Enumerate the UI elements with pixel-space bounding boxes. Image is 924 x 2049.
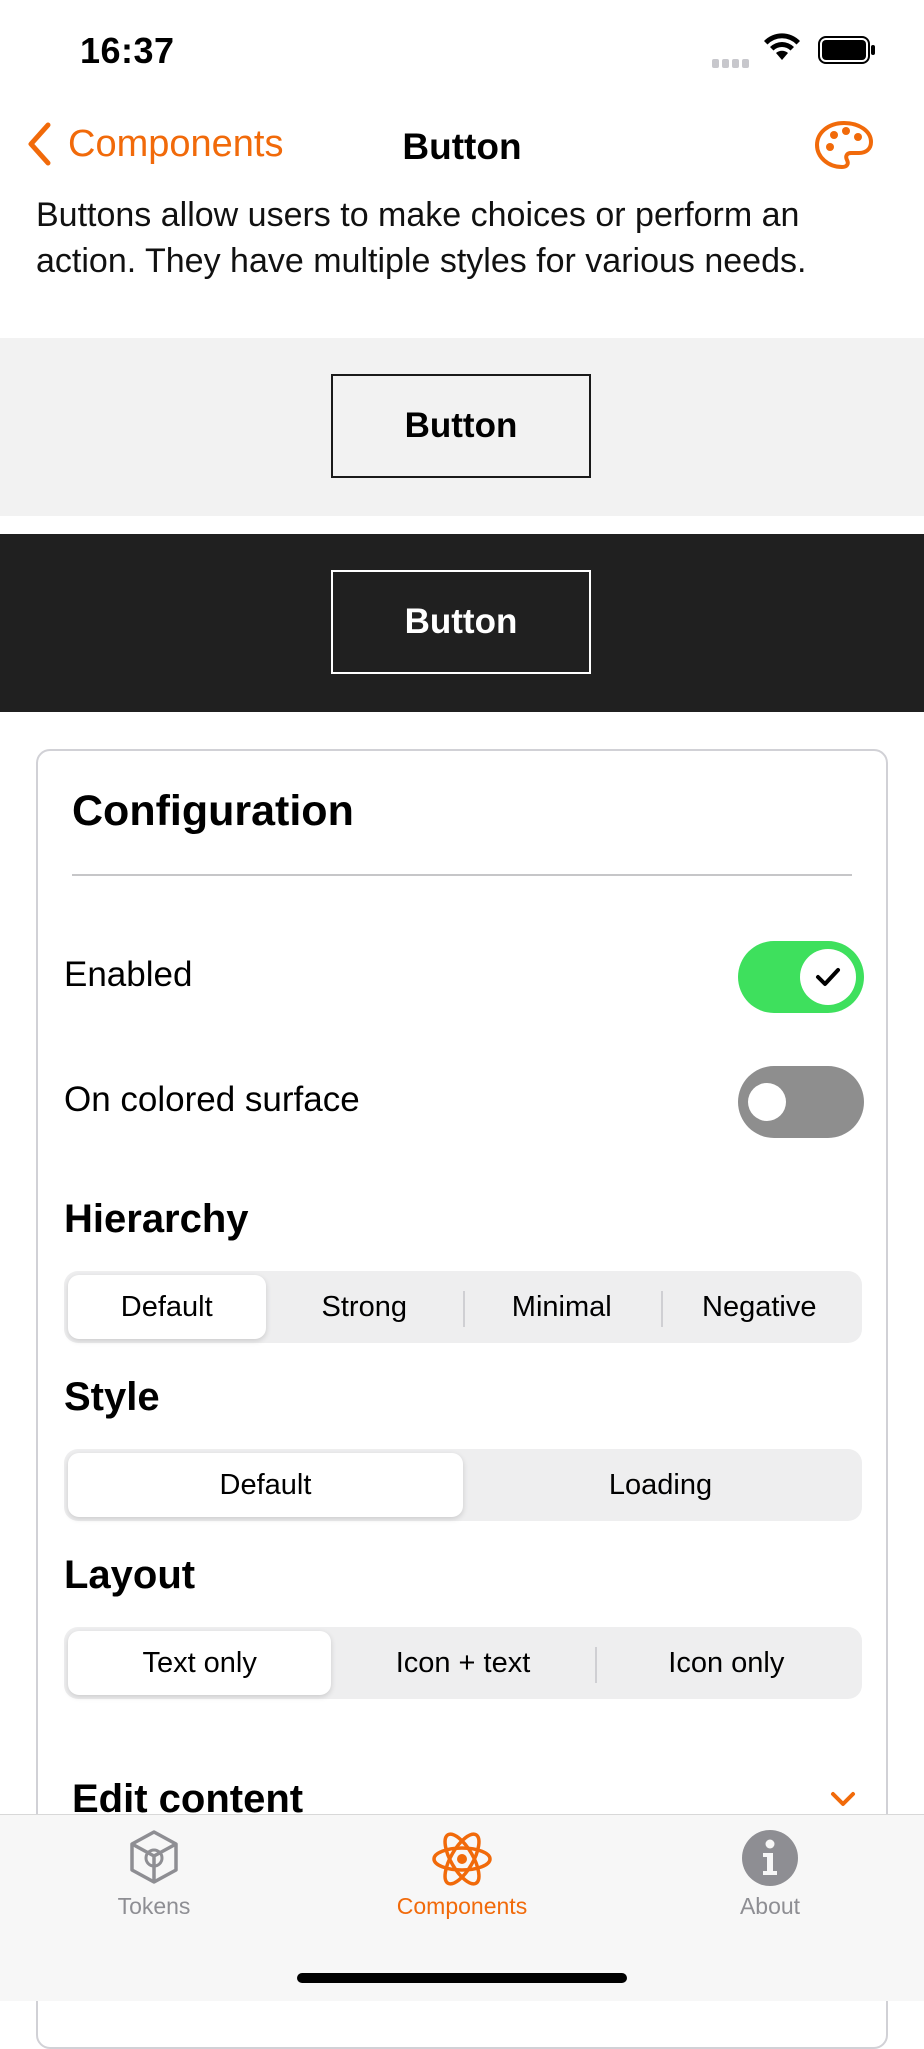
tab-components[interactable]: Components <box>308 1815 616 1935</box>
hierarchy-heading: Hierarchy <box>64 1197 249 1241</box>
on-colored-surface-label: On colored surface <box>64 1080 360 1119</box>
theme-palette-button[interactable] <box>814 120 874 175</box>
checkmark-icon <box>816 968 840 986</box>
light-preview-surface: Button <box>0 338 924 516</box>
chevron-down-icon <box>831 1792 855 1806</box>
segment-minimal[interactable]: Minimal <box>463 1275 661 1339</box>
layout-segmented-control: Text only Icon + text Icon only <box>64 1627 862 1699</box>
component-description: Buttons allow users to make choices or p… <box>36 196 807 280</box>
segment-default[interactable]: Default <box>68 1275 266 1339</box>
layout-heading: Layout <box>64 1553 196 1597</box>
segment-text-only[interactable]: Text only <box>68 1631 332 1695</box>
tab-label: Components <box>396 1893 528 1919</box>
navigation-bar: Components Button <box>0 110 924 190</box>
divider <box>72 874 852 876</box>
segment-default[interactable]: Default <box>68 1453 463 1517</box>
home-indicator <box>297 1973 627 1983</box>
segment-loading[interactable]: Loading <box>463 1453 858 1517</box>
segment-strong[interactable]: Strong <box>266 1275 464 1339</box>
tab-about[interactable]: About <box>616 1815 924 1935</box>
tab-label: About <box>739 1893 801 1919</box>
enabled-toggle[interactable] <box>738 941 864 1013</box>
status-time: 16:37 <box>80 30 175 71</box>
segment-icon-only[interactable]: Icon only <box>594 1631 858 1695</box>
toggle-knob <box>800 949 856 1005</box>
dark-preview-surface: Button <box>0 534 924 712</box>
on-colored-surface-toggle[interactable] <box>738 1066 864 1138</box>
page-title: Button <box>402 126 522 167</box>
configuration-title: Configuration <box>72 787 354 835</box>
wifi-icon <box>764 33 800 60</box>
style-heading: Style <box>64 1375 160 1419</box>
segment-icon-text[interactable]: Icon + text <box>331 1631 594 1695</box>
atom-icon <box>432 1832 492 1886</box>
preview-button-dark[interactable]: Button <box>331 570 591 674</box>
cube-icon <box>130 1830 178 1884</box>
preview-button-light[interactable]: Button <box>331 374 591 478</box>
tab-tokens[interactable]: Tokens <box>0 1815 308 1935</box>
toggle-knob <box>748 1083 786 1121</box>
enabled-label: Enabled <box>64 955 193 994</box>
segment-negative[interactable]: Negative <box>660 1275 859 1339</box>
info-icon <box>742 1830 798 1886</box>
tab-label: Tokens <box>117 1893 191 1919</box>
hierarchy-segmented-control: Default Strong Minimal Negative <box>64 1271 862 1343</box>
status-bar: 16:37 <box>0 0 924 100</box>
cellular-signal-icon <box>712 55 752 73</box>
style-segmented-control: Default Loading <box>64 1449 862 1521</box>
battery-icon <box>818 36 875 64</box>
palette-icon <box>814 120 874 170</box>
